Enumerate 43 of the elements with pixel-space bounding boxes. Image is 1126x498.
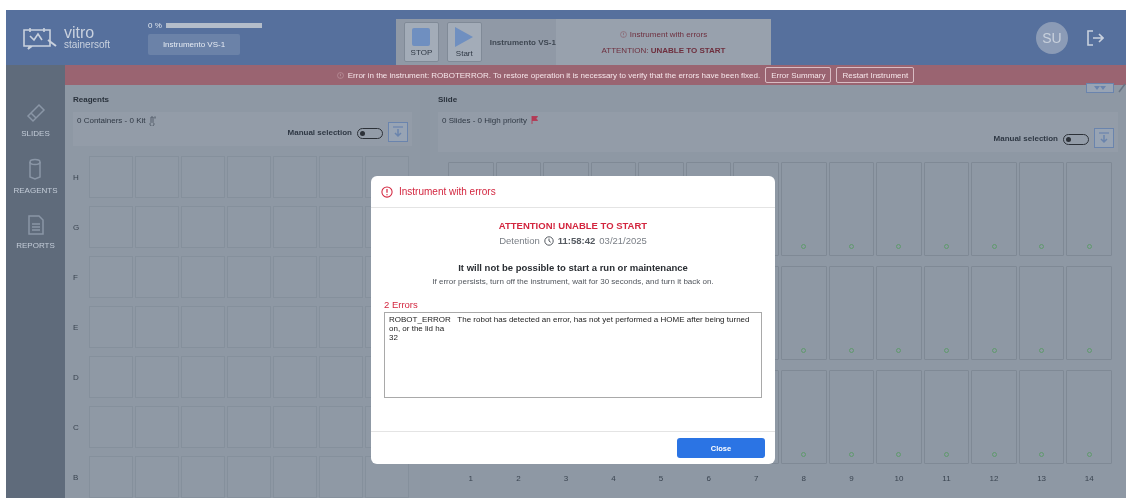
column-number: 9 — [848, 474, 855, 483]
error-line: 32 — [389, 333, 399, 343]
slide-summary: 0 Slides - 0 High priority — [442, 116, 527, 125]
detention-time: 11:58:42 — [557, 235, 596, 246]
row-label: H — [73, 172, 80, 182]
status-message: ATTENTION: UNABLE TO START — [601, 45, 726, 55]
column-number: 4 — [610, 474, 617, 483]
manual-selection-label: Manual selection — [287, 128, 352, 139]
column-number: 13 — [1036, 474, 1048, 483]
column-number: 10 — [893, 474, 905, 483]
column-number: 8 — [800, 474, 807, 483]
row-label: E — [73, 322, 80, 332]
column-number: 14 — [1083, 474, 1095, 483]
progress-reading: 0 % — [148, 20, 162, 30]
manual-selection-label: Manual selection — [993, 134, 1058, 145]
column-number: 2 — [515, 474, 522, 483]
section-title: Slide — [438, 95, 459, 104]
row-label: B — [73, 472, 80, 482]
logo-subtext: stainersoft — [64, 40, 111, 50]
detention-date: 03/21/2025 — [599, 235, 647, 246]
column-number: 1 — [467, 474, 474, 483]
dialog-advice: If error persists, turn off the instrument, wait for 30 seconds, and turn it back on. — [431, 277, 715, 288]
row-label: D — [73, 372, 80, 382]
column-number: 3 — [562, 474, 570, 483]
column-number: 12 — [988, 474, 1000, 483]
dialog-title: Instrument with errors — [399, 186, 496, 197]
error-line: ROBOT_ERROR The robot has detected an error, has not yet performed a HOME after being turned on, or the lid ha — [389, 315, 751, 334]
column-number: 5 — [657, 474, 665, 483]
logo-text: vitro — [64, 25, 95, 41]
errors-count: 2 Errors — [384, 299, 418, 311]
section-title: Reagents — [73, 95, 110, 104]
status-title: Instrument with errors — [629, 29, 708, 39]
dialog-headline: ATTENTION! UNABLE TO START — [498, 220, 648, 231]
row-label: G — [73, 222, 81, 232]
reagents-summary: 0 Containers - 0 Kit — [77, 116, 146, 125]
row-label: F — [73, 272, 79, 282]
instrument-name: Instrumento VS-1 — [489, 37, 556, 47]
detention-label: Detention — [499, 235, 540, 246]
column-number: 11 — [941, 474, 952, 483]
column-number: 6 — [705, 474, 712, 483]
banner-message: Error in the instrument: ROBOTERROR. To restore operation it is necessary to verify that the errors have been fixed. — [347, 70, 761, 80]
column-number: 7 — [753, 474, 760, 483]
dialog-warning: It will not be possible to start a run or maintenance — [458, 262, 688, 273]
